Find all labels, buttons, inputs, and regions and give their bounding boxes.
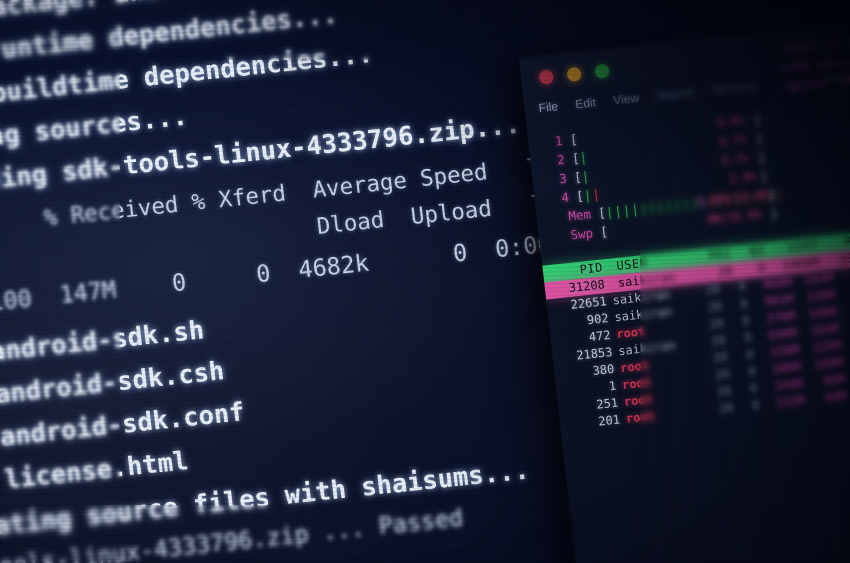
htop-body: 1 [ 0.0% ] 2 [| 0.7% ] 3 [| 0.7% ] 4 [||… — [527, 25, 850, 434]
meter-bracket: ] — [752, 112, 762, 128]
meter-bracket: ] — [769, 205, 779, 222]
cpu-bar: | — [580, 168, 591, 185]
row-shr: 54M — [834, 282, 850, 303]
row-pri: 20 — [718, 400, 735, 416]
meter-bracket: ] — [767, 186, 777, 203]
close-button[interactable] — [538, 69, 555, 85]
maximize-button[interactable] — [594, 63, 610, 80]
meter-bracket: ] — [754, 130, 764, 147]
menu-item-terminal[interactable]: Terminal — [711, 78, 758, 97]
row-shr: 62M — [838, 316, 850, 337]
mem-label: Mem — [567, 206, 592, 224]
sdk-file-entry: license.html — [0, 445, 190, 496]
cpu-label: 1 — [554, 132, 564, 149]
cpu-percent: 0.7% — [718, 132, 747, 149]
row-virt: 132M — [775, 393, 806, 410]
minimize-button[interactable] — [566, 66, 582, 83]
cpu-bar-red: | — [591, 186, 602, 203]
row-shr: 22M — [846, 384, 850, 405]
cpu-percent: 2.0% — [729, 169, 757, 186]
menu-item-edit[interactable]: Edit — [575, 95, 597, 111]
sdk-file-entry: android-sdk.conf — [0, 396, 246, 454]
photo-stage: ng package package: android-sdk 26.1.1-1… — [0, 0, 850, 563]
row-res: 84M — [824, 388, 848, 405]
header-res: RES — [844, 232, 850, 249]
menu-item-search[interactable]: Search — [655, 85, 694, 103]
meter-bracket: [ — [569, 131, 579, 148]
meter-bracket: ] — [758, 168, 769, 185]
row-shr: 38M — [840, 333, 850, 354]
menu-item-view[interactable]: View — [612, 91, 639, 108]
row-shr: 27M — [844, 367, 850, 388]
cpu-percent: 0.0% — [716, 113, 745, 130]
cpu-label: 2 — [556, 151, 566, 168]
swap-label: Swp — [569, 225, 594, 243]
cpu-label: 3 — [558, 170, 568, 187]
meter-bracket: ] — [756, 149, 766, 166]
row-shr: 44M — [836, 299, 850, 320]
row-res: 332M — [837, 249, 850, 267]
cpu-percent: 0.7% — [721, 151, 749, 168]
row-ni: 0 — [751, 397, 760, 413]
row-shr: 31M — [842, 350, 850, 371]
tasks-value: 85 — [827, 36, 842, 51]
row-shr: 48M — [833, 265, 850, 286]
monitor-screen: ng package package: android-sdk 26.1.1-1… — [0, 0, 850, 563]
cpu-bar: | — [578, 149, 589, 166]
cpu-label: 4 — [560, 189, 570, 206]
meter-bracket: [ — [599, 223, 609, 240]
htop-terminal-window[interactable]: File Edit View Search Terminal Help 1 [ … — [519, 8, 850, 563]
menu-item-file[interactable]: File — [538, 99, 559, 115]
